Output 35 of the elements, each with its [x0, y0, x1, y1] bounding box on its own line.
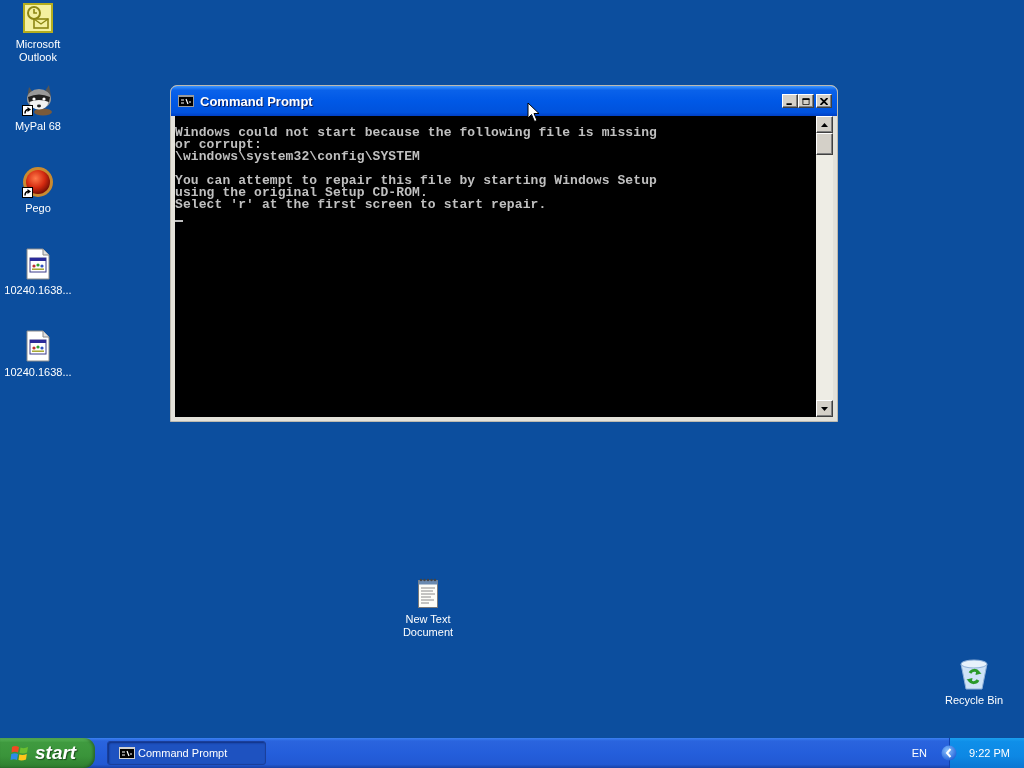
terminal-icon — [119, 747, 135, 759]
console-line: using the original Setup CD-ROM. — [175, 187, 428, 199]
down-arrow-icon — [821, 406, 828, 411]
close-icon — [820, 97, 828, 105]
console-line: or corrupt: — [175, 139, 262, 151]
icon-label[interactable]: Recycle Bin — [944, 694, 1004, 707]
icon-label[interactable]: New Text Document — [390, 613, 466, 639]
scrollbar-track[interactable] — [816, 116, 833, 417]
flag-icon — [10, 744, 30, 762]
up-arrow-icon — [821, 122, 828, 127]
scroll-down-button[interactable] — [816, 400, 833, 417]
scroll-thumb[interactable] — [816, 133, 833, 155]
icon-label[interactable]: 10240.1638... — [4, 284, 72, 297]
console-line: \windows\system32\config\SYSTEM — [175, 151, 421, 163]
console-line: Select 'r' at the first screen to start repair. — [175, 199, 548, 211]
chevron-icon[interactable] — [941, 745, 957, 761]
maximize-icon — [802, 97, 810, 105]
recycle-bin-icon[interactable] — [958, 658, 990, 690]
console-line: You can attempt to repair this file by starting Windows Setup — [175, 175, 658, 187]
icon-label[interactable]: 10240.1638... — [4, 366, 72, 379]
clock[interactable]: 9:22 PM — [969, 747, 1010, 759]
clock-envelope-icon[interactable] — [22, 2, 54, 34]
window-title: Command Prompt — [200, 93, 313, 109]
icon-label[interactable]: MyPal 68 — [15, 120, 61, 133]
taskbar-button[interactable]: Command Prompt — [107, 741, 266, 765]
icon-label[interactable]: Pego — [25, 202, 51, 215]
close-button[interactable] — [816, 94, 832, 108]
scroll-up-button[interactable] — [816, 116, 833, 133]
minimize-button[interactable] — [782, 94, 798, 108]
maximize-button[interactable] — [798, 94, 814, 108]
console-line: Windows could not start because the following file is missing — [175, 127, 658, 139]
start-button[interactable]: start — [0, 738, 95, 768]
terminal-icon — [178, 95, 194, 107]
icon-label[interactable]: Microsoft Outlook — [0, 38, 76, 64]
language-indicator[interactable]: EN — [911, 747, 927, 759]
